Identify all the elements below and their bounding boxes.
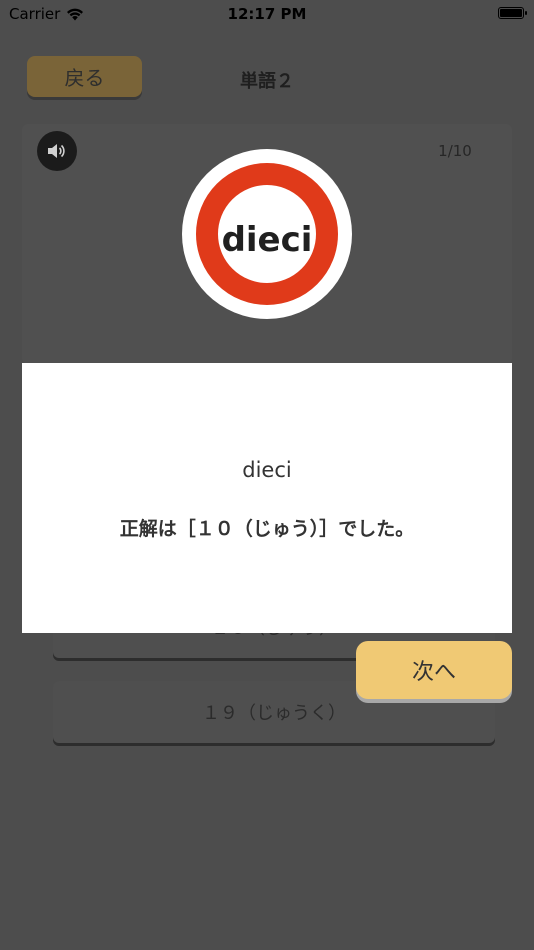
result-dialog: dieci 正解は［１０（じゅう）］でした。 [22, 363, 512, 633]
progress-counter: 1/10 [438, 142, 472, 160]
page-title: 単語２ [240, 71, 294, 92]
speaker-button[interactable] [37, 131, 77, 171]
status-bar: Carrier 12:17 PM [0, 0, 534, 28]
next-button[interactable]: 次へ [356, 641, 512, 699]
speaker-icon [48, 144, 65, 158]
result-word: dieci [242, 458, 292, 482]
battery-fill [500, 9, 522, 17]
status-time: 12:17 PM [227, 5, 307, 23]
question-word: dieci [221, 220, 313, 260]
battery-icon [498, 7, 527, 19]
result-message: 正解は［１０（じゅう）］でした。 [119, 518, 415, 540]
